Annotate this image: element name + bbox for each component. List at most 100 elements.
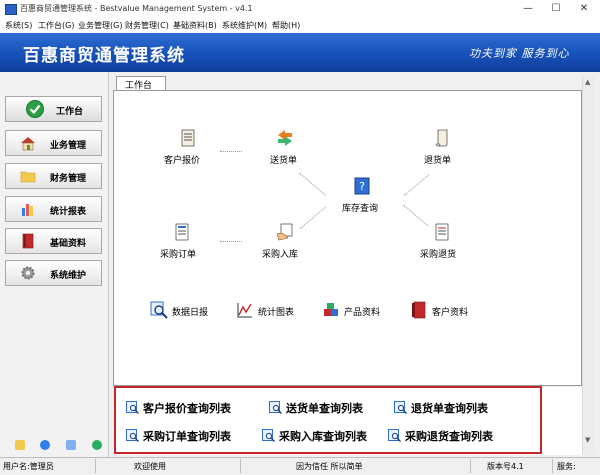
- menu-bar: 系统(S) 工作台(G) 业务管理(G) 财务管理(C) 基础资料(B) 系统维…: [0, 18, 600, 33]
- connector: [404, 174, 430, 196]
- invoice-icon: [435, 223, 449, 241]
- node-label: 送货单: [270, 156, 298, 166]
- refresh-icon[interactable]: [92, 440, 102, 450]
- tool-stat-chart[interactable]: 统计图表: [236, 301, 306, 319]
- app-icon: [5, 4, 17, 15]
- search-list-icon: [126, 401, 139, 414]
- status-separator: [95, 459, 96, 473]
- sidebar-item-reports[interactable]: 统计报表: [5, 196, 102, 222]
- note-icon[interactable]: [15, 440, 25, 450]
- book-icon: [22, 233, 34, 249]
- minimize-button[interactable]: —: [514, 1, 542, 17]
- query-purchase-return-list[interactable]: 采购退货查询列表: [388, 428, 513, 444]
- node-label: 采购订单: [160, 250, 197, 260]
- tool-label: 客户资料: [432, 308, 469, 318]
- gear-icon: [21, 266, 35, 280]
- title-bar: 百惠商贸通管理系统 - Bestvalue Management System …: [0, 0, 600, 19]
- highlight-box: 客户报价查询列表 送货单查询列表 退货单查询列表 采购订单查询列表 采购入库查询…: [114, 386, 542, 454]
- query-purchase-in-list[interactable]: 采购入库查询列表: [262, 428, 387, 444]
- node-delivery[interactable]: 送货单: [264, 129, 308, 169]
- red-book-icon: [412, 301, 426, 319]
- menu-base-data[interactable]: 基础资料(B): [173, 20, 217, 31]
- hand-document-icon: [276, 223, 293, 241]
- scroll-down-icon[interactable]: ▼: [585, 436, 590, 444]
- menu-business[interactable]: 业务管理(G): [78, 20, 122, 31]
- tab-strip: 工作台: [112, 76, 582, 91]
- info-icon[interactable]: [40, 440, 50, 450]
- tool-label: 产品资料: [344, 308, 381, 318]
- sidebar-item-label: 系统维护: [50, 271, 87, 281]
- query-label: 退货单查询列表: [411, 402, 488, 415]
- search-icon[interactable]: [66, 440, 76, 450]
- sidebar-item-finance[interactable]: 财务管理: [5, 163, 102, 189]
- menu-workbench[interactable]: 工作台(G): [38, 20, 74, 31]
- query-return-list[interactable]: 退货单查询列表: [394, 400, 504, 416]
- scroll-up-icon[interactable]: ▲: [585, 78, 590, 86]
- query-label: 采购订单查询列表: [143, 430, 231, 443]
- node-inventory[interactable]: ? 库存查询: [342, 177, 386, 217]
- status-user: 用户名:管理员: [3, 462, 54, 471]
- node-label: 采购入库: [262, 250, 299, 260]
- sidebar-item-maintenance[interactable]: 系统维护: [5, 260, 102, 286]
- tool-label: 数据日报: [172, 308, 209, 318]
- sidebar-item-label: 基础资料: [50, 239, 87, 249]
- help-book-icon: ?: [354, 177, 370, 195]
- sidebar-item-label: 财务管理: [50, 174, 87, 184]
- node-label: 采购退货: [420, 250, 457, 260]
- tool-product-data[interactable]: 产品资料: [322, 301, 392, 319]
- node-return[interactable]: 退货单: [422, 129, 466, 169]
- connector: [299, 173, 327, 196]
- connector: [220, 241, 242, 242]
- rolled-paper-icon: [435, 129, 448, 147]
- search-list-icon: [126, 429, 139, 442]
- menu-system[interactable]: 系统(S): [5, 20, 32, 31]
- sidebar-item-label: 业务管理: [50, 141, 87, 151]
- sidebar-item-workbench[interactable]: 工作台: [5, 96, 102, 122]
- sidebar-item-label: 统计报表: [50, 207, 87, 217]
- query-purchase-order-list[interactable]: 采购订单查询列表: [126, 428, 246, 444]
- slogan: 功夫到家 服务到心: [469, 47, 570, 60]
- query-label: 采购入库查询列表: [279, 430, 367, 443]
- cubes-icon: [324, 303, 338, 316]
- query-label: 送货单查询列表: [286, 402, 363, 415]
- node-label: 库存查询: [342, 204, 379, 214]
- node-label: 客户报价: [164, 156, 201, 166]
- vertical-scrollbar[interactable]: ▲ ▼: [582, 76, 595, 455]
- node-purchase-order[interactable]: 采购订单: [160, 223, 210, 263]
- search-list-icon: [269, 401, 282, 414]
- sidebar: 工作台 业务管理 财务管理 统计报表 基础资料 系统维护: [0, 72, 109, 457]
- menu-maintenance[interactable]: 系统维护(M): [222, 20, 267, 31]
- close-button[interactable]: ✕: [570, 1, 598, 17]
- search-list-icon: [262, 429, 275, 442]
- tool-customer-data[interactable]: 客户资料: [410, 301, 480, 319]
- tab-workbench[interactable]: 工作台: [116, 76, 166, 91]
- status-version: 版本号4.1: [487, 462, 524, 471]
- search-list-icon: [388, 429, 401, 442]
- maximize-button[interactable]: ☐: [542, 1, 570, 17]
- menu-finance[interactable]: 财务管理(C): [125, 20, 169, 31]
- query-delivery-list[interactable]: 送货单查询列表: [269, 400, 379, 416]
- status-motto: 因为信任 所以简单: [296, 462, 363, 471]
- status-bar: 用户名:管理员 欢迎使用 因为信任 所以简单 版本号4.1 服务:: [0, 457, 600, 475]
- sidebar-item-base-data[interactable]: 基础资料: [5, 228, 102, 254]
- folder-icon: [20, 171, 36, 183]
- connector: [220, 151, 242, 152]
- magnifier-icon: [150, 301, 168, 319]
- tool-daily-report[interactable]: 数据日报: [150, 301, 220, 319]
- node-quote[interactable]: 客户报价: [164, 129, 214, 169]
- query-label: 客户报价查询列表: [143, 402, 231, 415]
- query-label: 采购退货查询列表: [405, 430, 493, 443]
- status-separator: [552, 459, 553, 473]
- status-separator: [470, 459, 471, 473]
- status-welcome: 欢迎使用: [134, 462, 166, 471]
- sidebar-item-label: 工作台: [56, 107, 84, 117]
- query-quote-list[interactable]: 客户报价查询列表: [126, 400, 246, 416]
- header-banner: 百惠商贸通管理系统 功夫到家 服务到心: [0, 33, 600, 72]
- status-service: 服务:: [557, 462, 576, 471]
- sidebar-item-business[interactable]: 业务管理: [5, 130, 102, 156]
- node-label: 退货单: [424, 156, 452, 166]
- house-icon: [21, 137, 35, 151]
- node-purchase-return[interactable]: 采购退货: [420, 223, 470, 263]
- node-purchase-in[interactable]: 采购入库: [262, 223, 312, 263]
- menu-help[interactable]: 帮助(H): [272, 20, 300, 31]
